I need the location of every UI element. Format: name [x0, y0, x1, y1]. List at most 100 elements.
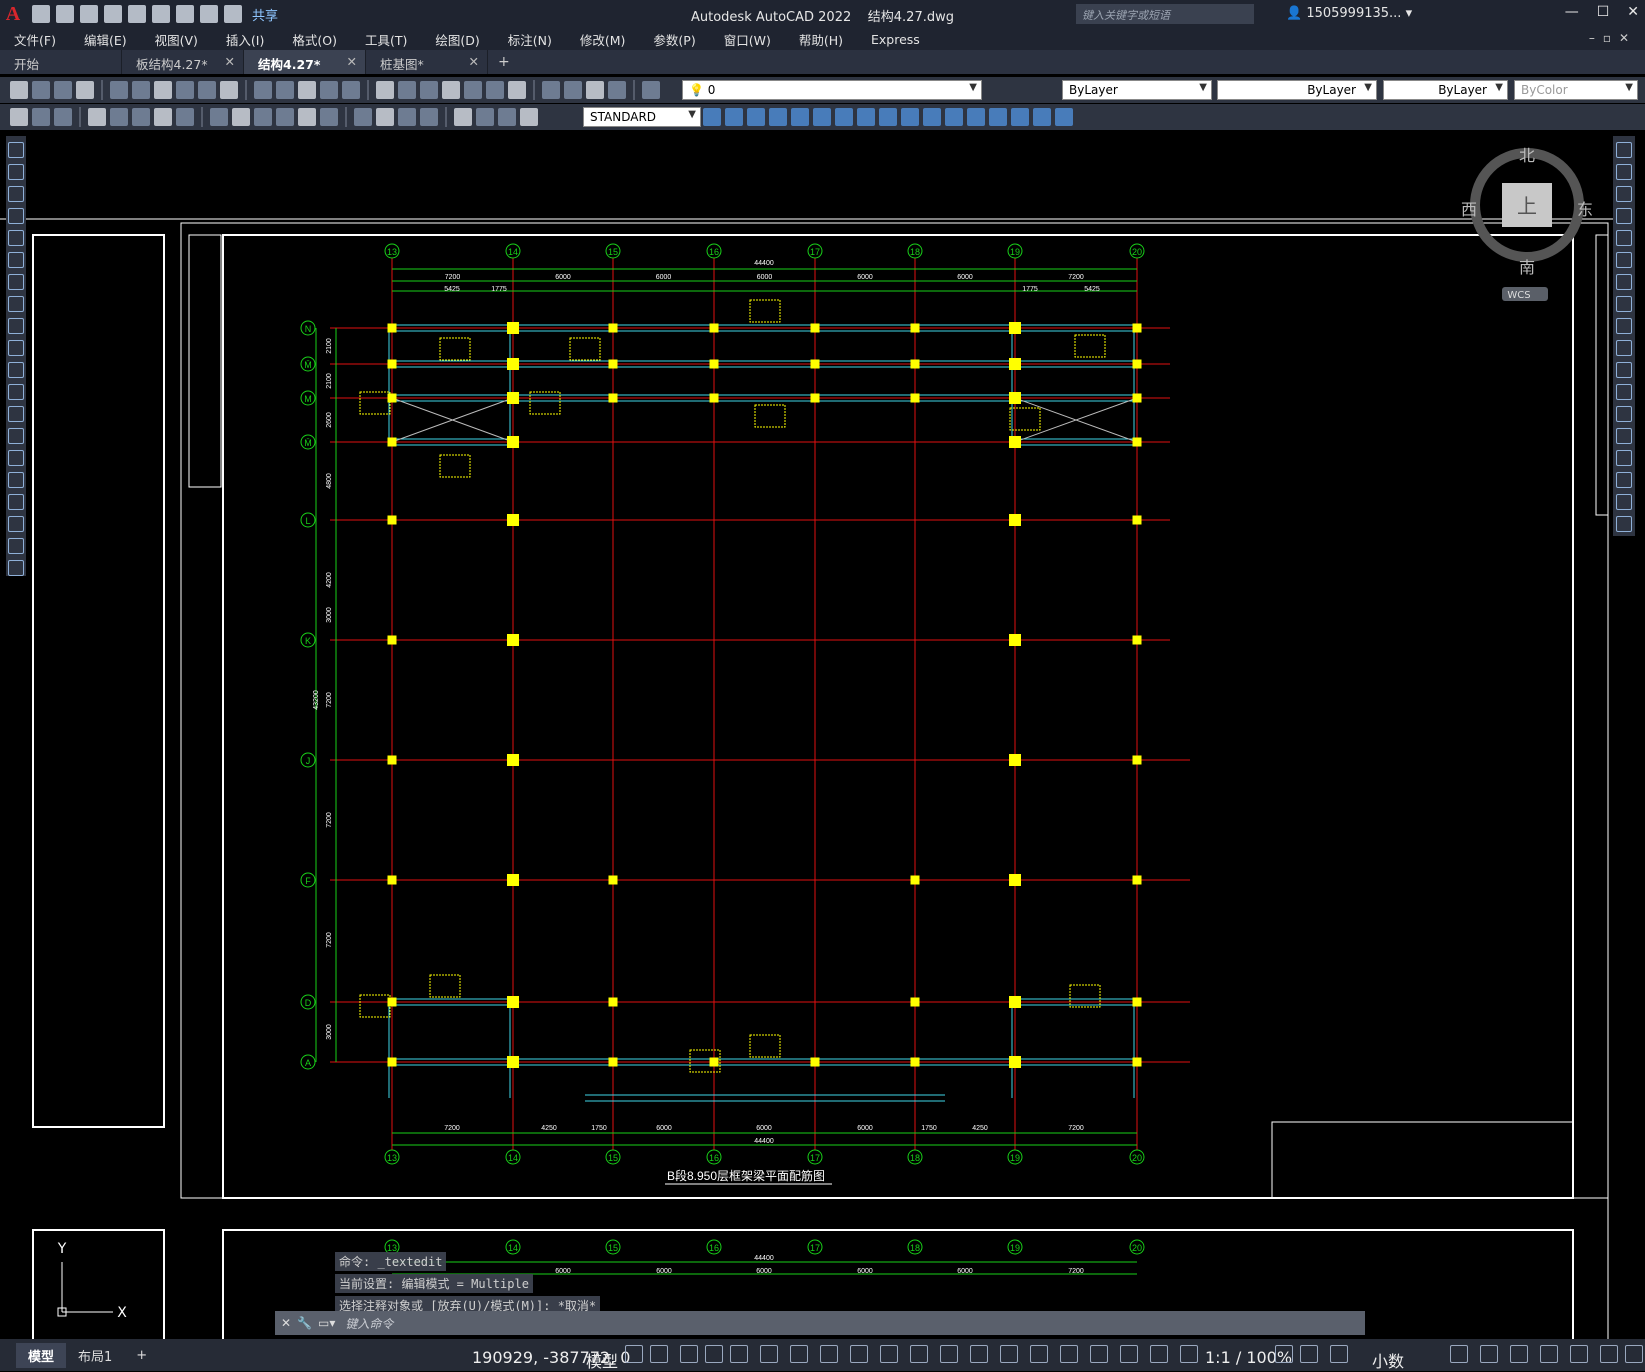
- draw-tool-icon[interactable]: [8, 230, 24, 246]
- modify-tool-icon[interactable]: [1616, 494, 1632, 510]
- tool-icon[interactable]: [376, 108, 394, 126]
- add-layout-icon[interactable]: +: [124, 1345, 159, 1366]
- modify-tool-icon[interactable]: [901, 108, 919, 126]
- menu-item-12[interactable]: Express: [857, 32, 934, 47]
- close-icon[interactable]: ✕: [1627, 4, 1639, 20]
- share-button[interactable]: 共享: [252, 5, 278, 24]
- modify-tool-icon[interactable]: [923, 108, 941, 126]
- tool-icon[interactable]: [420, 81, 438, 99]
- modify-tool-icon[interactable]: [1616, 318, 1632, 334]
- tool-icon[interactable]: [454, 108, 472, 126]
- undo-icon[interactable]: [200, 5, 218, 23]
- compass-north[interactable]: 北: [1519, 146, 1535, 165]
- compass-east[interactable]: 东: [1577, 200, 1593, 219]
- tool-icon[interactable]: [254, 108, 272, 126]
- draw-tool-icon[interactable]: [8, 296, 24, 312]
- compass-west[interactable]: 西: [1461, 200, 1477, 219]
- draw-tool-icon[interactable]: [8, 340, 24, 356]
- tool-icon[interactable]: [376, 81, 394, 99]
- model-space-button[interactable]: 模型: [586, 1348, 618, 1372]
- save-as-icon[interactable]: [104, 5, 122, 23]
- new-tab-button[interactable]: +: [488, 50, 520, 74]
- tool-icon[interactable]: [110, 108, 128, 126]
- tool-icon[interactable]: [254, 81, 272, 99]
- tool-icon[interactable]: [54, 108, 72, 126]
- modify-tool-icon[interactable]: [747, 108, 765, 126]
- doc-window-controls[interactable]: –▫✕: [1589, 31, 1637, 45]
- new-file-icon[interactable]: [32, 5, 50, 23]
- status-toggle-icon[interactable]: [1090, 1345, 1108, 1363]
- tool-icon[interactable]: [210, 108, 228, 126]
- autocad-logo-icon[interactable]: A: [0, 1, 26, 27]
- viewcube[interactable]: 上 北 南 东 西 WCS: [1457, 145, 1597, 305]
- tool-icon[interactable]: [586, 81, 604, 99]
- draw-tool-icon[interactable]: [8, 538, 24, 554]
- menu-item-8[interactable]: 修改(M): [566, 30, 640, 49]
- tab-pile-foundation[interactable]: 桩基图* ✕: [366, 50, 488, 74]
- tool-icon[interactable]: [498, 108, 516, 126]
- menu-item-0[interactable]: 文件(F): [0, 30, 70, 49]
- draw-tool-icon[interactable]: [8, 450, 24, 466]
- tool-icon[interactable]: [232, 108, 250, 126]
- tool-icon[interactable]: [464, 81, 482, 99]
- status-toggle-icon[interactable]: [650, 1345, 668, 1363]
- draw-tool-icon[interactable]: [8, 472, 24, 488]
- command-line[interactable]: ✕ 🔧 ▭▾ 键入命令: [275, 1311, 1365, 1335]
- tool-icon[interactable]: [420, 108, 438, 126]
- recent-commands-icon[interactable]: ▭▾: [318, 1316, 335, 1330]
- command-input[interactable]: 键入命令: [345, 1315, 393, 1332]
- modify-tool-icon[interactable]: [1616, 428, 1632, 444]
- status-toggle-icon[interactable]: [760, 1345, 778, 1363]
- menu-item-10[interactable]: 窗口(W): [710, 30, 785, 49]
- modify-tool-icon[interactable]: [1616, 208, 1632, 224]
- tool-icon[interactable]: [320, 108, 338, 126]
- status-toggle-icon[interactable]: [1000, 1345, 1018, 1363]
- status-toggle-icon[interactable]: [1600, 1345, 1618, 1363]
- status-toggle-icon[interactable]: [1540, 1345, 1558, 1363]
- modify-tool-icon[interactable]: [1616, 186, 1632, 202]
- modify-tool-icon[interactable]: [1616, 362, 1632, 378]
- close-icon[interactable]: ✕: [469, 54, 479, 69]
- menu-item-4[interactable]: 格式(O): [278, 30, 351, 49]
- menu-item-7[interactable]: 标注(N): [494, 30, 566, 49]
- units-selector[interactable]: 小数: [1372, 1348, 1404, 1372]
- draw-tool-icon[interactable]: [8, 186, 24, 202]
- tool-icon[interactable]: [342, 81, 360, 99]
- tool-icon[interactable]: [398, 108, 416, 126]
- compass-south[interactable]: 南: [1519, 258, 1535, 277]
- modify-tool-icon[interactable]: [1616, 384, 1632, 400]
- tool-icon[interactable]: [508, 81, 526, 99]
- tool-icon[interactable]: [476, 108, 494, 126]
- tool-icon[interactable]: [154, 81, 172, 99]
- menu-item-11[interactable]: 帮助(H): [785, 30, 857, 49]
- draw-tool-icon[interactable]: [8, 428, 24, 444]
- tool-icon[interactable]: [298, 108, 316, 126]
- tool-icon[interactable]: [176, 81, 194, 99]
- modify-tool-icon[interactable]: [1616, 296, 1632, 312]
- status-toggle-icon[interactable]: [850, 1345, 868, 1363]
- status-toggle-icon[interactable]: [940, 1345, 958, 1363]
- draw-tool-icon[interactable]: [8, 252, 24, 268]
- redo-icon[interactable]: [224, 5, 242, 23]
- tab-structure[interactable]: 结构4.27* ✕: [244, 50, 366, 74]
- drawing-canvas[interactable]: 1313131414141515151616161717171818181919…: [0, 131, 1645, 1339]
- status-toggle-icon[interactable]: [1450, 1345, 1468, 1363]
- tool-icon[interactable]: [398, 81, 416, 99]
- status-toggle-icon[interactable]: [705, 1345, 723, 1363]
- modify-tool-icon[interactable]: [1033, 108, 1051, 126]
- tool-icon[interactable]: [320, 81, 338, 99]
- status-toggle-icon[interactable]: [820, 1345, 838, 1363]
- modify-tool-icon[interactable]: [703, 108, 721, 126]
- lineweight-dropdown[interactable]: ByLayer ▼: [1383, 80, 1508, 100]
- modify-tool-icon[interactable]: [1616, 252, 1632, 268]
- customize-icon[interactable]: 🔧: [297, 1316, 312, 1330]
- status-toggle-icon[interactable]: [1275, 1345, 1293, 1363]
- save-icon[interactable]: [80, 5, 98, 23]
- status-toggle-icon[interactable]: [1480, 1345, 1498, 1363]
- modify-tool-icon[interactable]: [1616, 406, 1632, 422]
- save-web-icon[interactable]: [152, 5, 170, 23]
- tool-icon[interactable]: [642, 81, 660, 99]
- tool-icon[interactable]: [76, 81, 94, 99]
- tool-icon[interactable]: [220, 81, 238, 99]
- modify-tool-icon[interactable]: [769, 108, 787, 126]
